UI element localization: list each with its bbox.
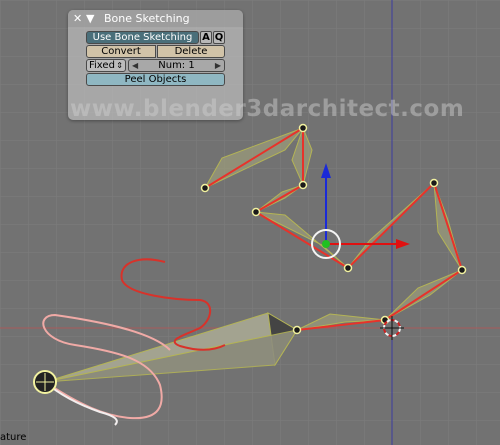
updown-arrow-icon: ⇕ — [116, 61, 123, 70]
increment-arrow-icon[interactable]: ▶ — [215, 60, 221, 71]
num-field-label: Num: 1 — [158, 60, 195, 71]
close-icon[interactable]: ✕ — [73, 11, 82, 26]
mode-select[interactable]: Fixed ⇕ — [86, 59, 126, 72]
decrement-arrow-icon[interactable]: ◀ — [132, 60, 138, 71]
peel-objects-button[interactable]: Peel Objects — [86, 73, 225, 86]
collapse-triangle-icon[interactable]: ▼ — [86, 11, 94, 26]
a-button[interactable]: A — [200, 31, 212, 44]
panel-title: Bone Sketching — [104, 12, 190, 25]
root-joint[interactable] — [33, 370, 57, 394]
mode-select-value: Fixed — [89, 60, 115, 71]
panel-header[interactable]: ✕ ▼ Bone Sketching — [68, 10, 243, 27]
delete-button[interactable]: Delete — [157, 45, 225, 58]
bone-sketching-panel: ✕ ▼ Bone Sketching Use Bone Sketching A … — [68, 10, 243, 120]
convert-button[interactable]: Convert — [86, 45, 156, 58]
status-text: ature — [0, 432, 27, 443]
num-field[interactable]: ◀ Num: 1 ▶ — [128, 59, 225, 72]
use-bone-sketching-toggle[interactable]: Use Bone Sketching — [86, 31, 199, 44]
q-button[interactable]: Q — [213, 31, 225, 44]
